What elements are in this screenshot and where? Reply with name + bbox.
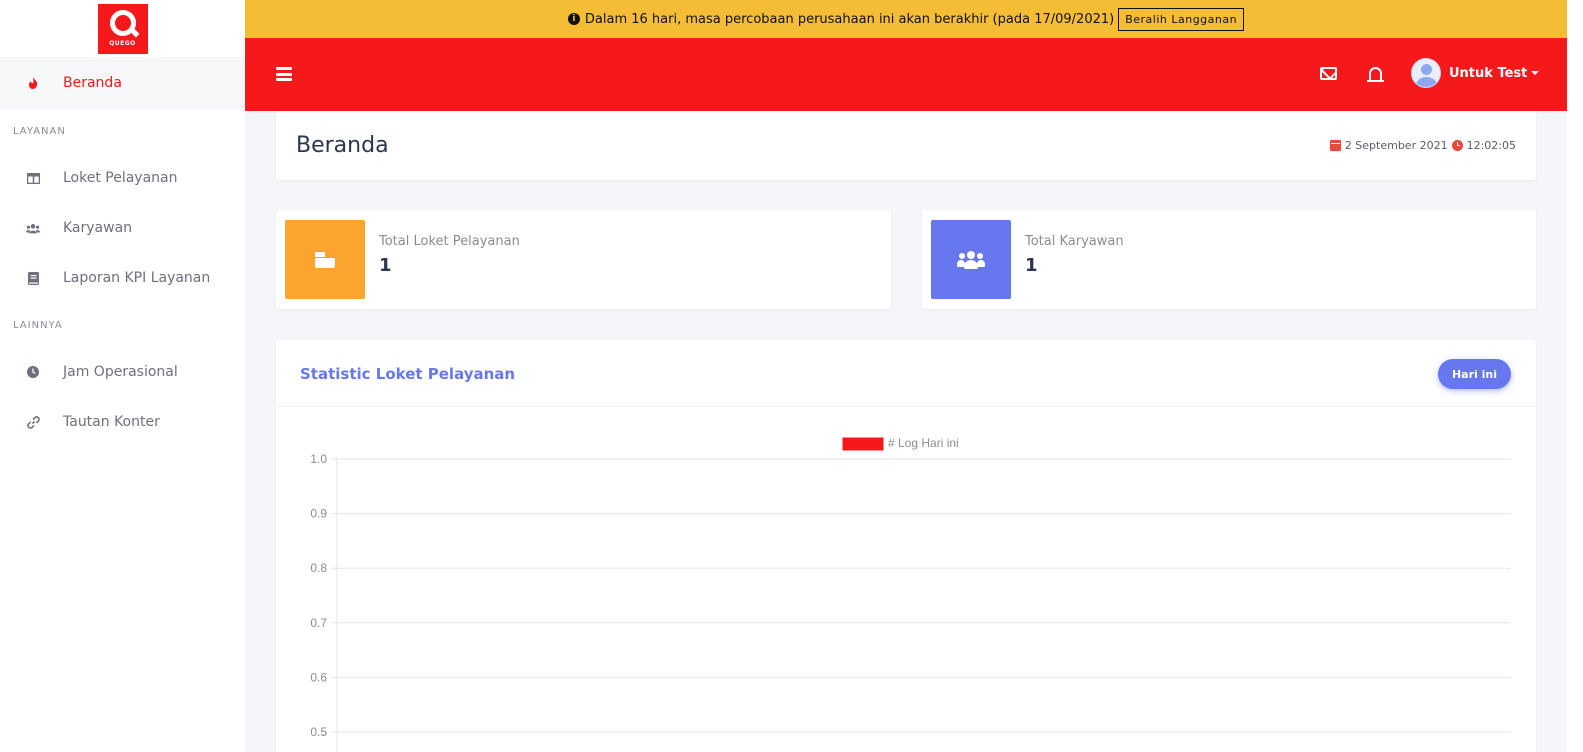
clock-icon xyxy=(1451,140,1463,151)
today-filter-button[interactable]: Hari ini xyxy=(1437,359,1511,389)
y-tick-label: 0.7 xyxy=(310,616,327,630)
cash-register-icon xyxy=(315,251,335,268)
date-time-display: 2 September 2021 12:02:05 xyxy=(1329,139,1516,152)
current-time: 12:02:05 xyxy=(1466,139,1516,152)
statistic-title: Statistic Loket Pelayanan xyxy=(300,365,516,383)
statistic-card-header: Statistic Loket Pelayanan Hari ini xyxy=(276,340,1536,407)
sidebar-item-karyawan[interactable]: Karyawan xyxy=(0,203,245,253)
sidebar-item-jam-operasional[interactable]: Jam Operasional xyxy=(0,347,245,397)
trial-message: Dalam 16 hari, masa percobaan perusahaan… xyxy=(584,11,1115,27)
sidebar-item-label: Loket Pelayanan xyxy=(63,170,178,186)
logo-container: QUEGO xyxy=(0,0,245,57)
y-tick-label: 1.0 xyxy=(310,452,327,466)
stat-value: 1 xyxy=(1025,255,1038,276)
statistic-card: Statistic Loket Pelayanan Hari ini # Log… xyxy=(276,340,1536,752)
sidebar-item-label: Tautan Konter xyxy=(63,414,160,430)
y-axis-ticks: 1.0 0.9 0.8 0.7 0.6 0.5 xyxy=(310,452,327,739)
caret-down-icon xyxy=(1531,71,1540,75)
legend-label: # Log Hari ini xyxy=(888,436,959,450)
y-tick-label: 0.6 xyxy=(310,670,327,684)
users-icon xyxy=(26,221,40,235)
user-name: Untuk Test xyxy=(1449,65,1528,81)
users-icon xyxy=(957,250,985,269)
user-menu[interactable]: Untuk Test xyxy=(1411,58,1540,88)
scrollbar-track[interactable] xyxy=(1567,0,1583,752)
stat-card-karyawan: Total Karyawan 1 xyxy=(922,210,1536,309)
sidebar-item-label: Karyawan xyxy=(63,220,133,236)
quego-logo[interactable]: QUEGO xyxy=(97,3,148,54)
stat-card-loket: Total Loket Pelayanan 1 xyxy=(276,210,891,309)
chart-grid xyxy=(331,458,1511,733)
sidebar-item-label: Beranda xyxy=(63,75,122,91)
avatar xyxy=(1411,58,1441,88)
sidebar-item-label: Laporan KPI Layanan xyxy=(63,270,211,286)
section-heading-layanan: LAYANAN xyxy=(13,125,66,137)
y-tick-label: 0.5 xyxy=(310,725,327,739)
sidebar-item-laporan-kpi[interactable]: Laporan KPI Layanan xyxy=(0,253,245,303)
envelope-icon[interactable] xyxy=(1318,63,1338,83)
log-chart: # Log Hari ini 1.0 0.9 0.8 0.7 0.6 0.5 xyxy=(310,436,1511,752)
y-tick-label: 0.8 xyxy=(310,561,327,575)
page-header-card: Beranda 2 September 2021 12:02:05 xyxy=(276,111,1536,180)
section-heading-lainnya: LAINNYA xyxy=(13,319,63,331)
current-date: 2 September 2021 xyxy=(1344,139,1448,152)
calendar-icon xyxy=(1329,140,1341,151)
sidebar-item-tautan-konter[interactable]: Tautan Konter xyxy=(0,397,245,447)
chart-legend: # Log Hari ini xyxy=(842,436,959,451)
stat-label: Total Loket Pelayanan xyxy=(379,234,520,249)
stat-icon-box xyxy=(931,220,1011,299)
fire-icon xyxy=(26,76,40,90)
stat-label: Total Karyawan xyxy=(1025,234,1124,249)
sidebar: QUEGO Beranda LAYANAN Loket Pelayanan Ka… xyxy=(0,0,245,752)
book-icon xyxy=(26,271,40,285)
logo-q-mark xyxy=(109,10,136,36)
stat-value: 1 xyxy=(379,255,392,276)
trial-banner: i Dalam 16 hari, masa percobaan perusaha… xyxy=(245,0,1567,38)
upgrade-subscription-button[interactable]: Beralih Langganan xyxy=(1118,7,1245,31)
clock-icon xyxy=(26,365,40,379)
sidebar-item-beranda[interactable]: Beranda xyxy=(0,57,245,109)
info-icon: i xyxy=(567,13,580,25)
table-columns-icon xyxy=(26,171,40,185)
legend-swatch xyxy=(842,437,884,451)
link-icon xyxy=(26,415,40,429)
sidebar-item-loket-pelayanan[interactable]: Loket Pelayanan xyxy=(0,153,245,203)
logo-text: QUEGO xyxy=(109,40,136,47)
bell-icon[interactable] xyxy=(1365,63,1385,83)
topbar: Untuk Test xyxy=(245,38,1567,111)
y-tick-label: 0.9 xyxy=(310,507,327,521)
menu-toggle-icon[interactable] xyxy=(276,67,292,81)
sidebar-item-label: Jam Operasional xyxy=(63,364,178,380)
stat-icon-box xyxy=(285,220,365,299)
page-title: Beranda xyxy=(296,133,389,158)
